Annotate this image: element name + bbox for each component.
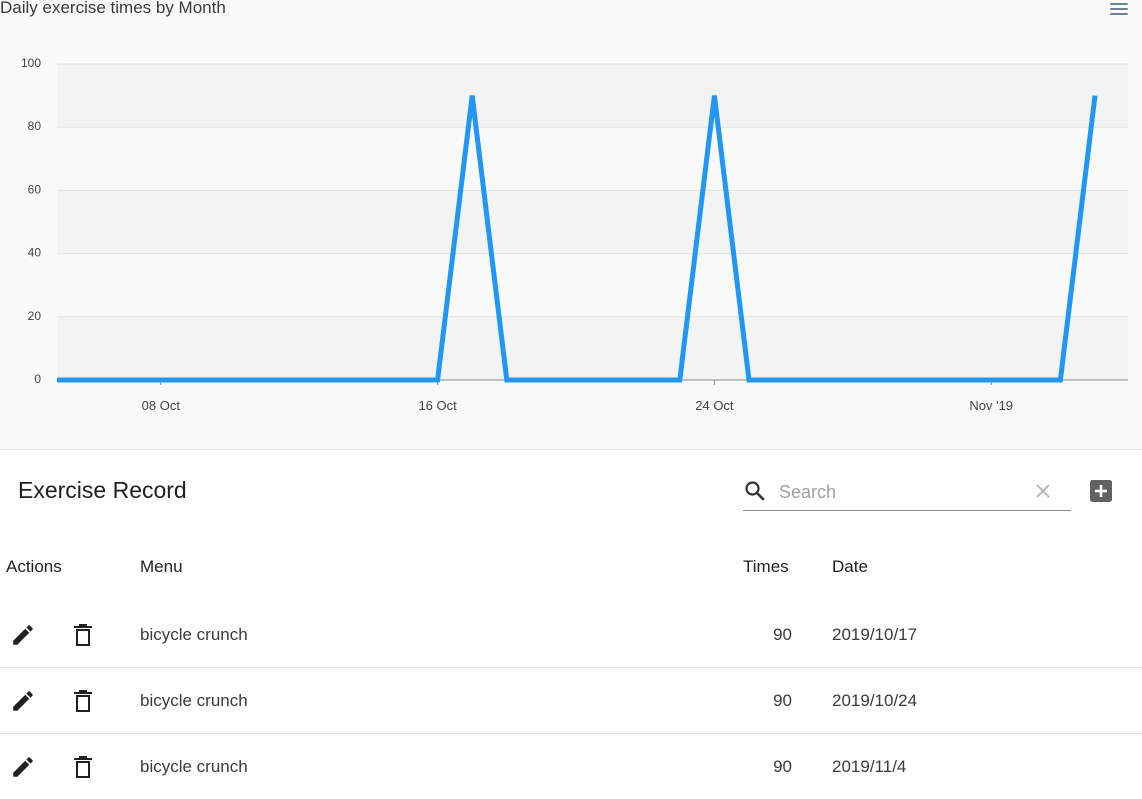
trash-icon[interactable] bbox=[71, 622, 95, 648]
cell-times: 90 bbox=[773, 691, 792, 710]
exercise-chart: 0 20 40 60 80 100 08 Oct 16 Oct 24 Oct Nov '19 bbox=[21, 56, 1128, 413]
table-row: bicycle crunch 90 2019/10/24 bbox=[0, 667, 1142, 734]
column-header-times[interactable]: Times bbox=[743, 557, 789, 577]
table-title: Exercise Record bbox=[18, 477, 187, 503]
cell-times: 90 bbox=[773, 757, 792, 776]
trash-icon[interactable] bbox=[71, 688, 95, 714]
chart-title: Daily exercise times by Month bbox=[0, 0, 226, 17]
pencil-icon[interactable] bbox=[10, 622, 36, 648]
cell-date: 2019/10/17 bbox=[832, 625, 918, 644]
cell-menu: bicycle crunch bbox=[140, 757, 248, 776]
cell-date: 2019/10/24 bbox=[832, 691, 918, 710]
column-header-menu[interactable]: Menu bbox=[140, 557, 183, 577]
close-icon[interactable] bbox=[1033, 481, 1053, 501]
x-tick-label: 08 Oct bbox=[142, 398, 181, 413]
pencil-icon[interactable] bbox=[10, 688, 36, 714]
search-input[interactable] bbox=[777, 478, 1031, 506]
add-box-icon[interactable] bbox=[1089, 479, 1113, 503]
grid-band bbox=[57, 64, 1128, 128]
pencil-icon[interactable] bbox=[10, 754, 36, 780]
table-row: bicycle crunch 90 2019/10/17 bbox=[0, 601, 1142, 668]
search-icon bbox=[745, 481, 765, 501]
trash-icon[interactable] bbox=[71, 754, 95, 780]
grid-band bbox=[57, 190, 1128, 254]
x-tick-label: 24 Oct bbox=[695, 398, 734, 413]
table-row: bicycle crunch 90 2019/11/4 bbox=[0, 733, 1142, 799]
cell-menu: bicycle crunch bbox=[140, 625, 248, 644]
chart-card: 0 20 40 60 80 100 08 Oct 16 Oct 24 Oct Nov '19 Da… bbox=[0, 0, 1142, 450]
y-tick-label: 20 bbox=[28, 309, 42, 323]
y-tick-label: 100 bbox=[21, 56, 41, 70]
hamburger-menu-icon[interactable] bbox=[1108, 0, 1130, 18]
cell-times: 90 bbox=[773, 625, 792, 644]
y-tick-label: 80 bbox=[28, 119, 42, 133]
x-tick-label: 16 Oct bbox=[418, 398, 457, 413]
cell-menu: bicycle crunch bbox=[140, 691, 248, 710]
y-tick-label: 60 bbox=[28, 182, 42, 196]
y-tick-label: 40 bbox=[28, 246, 42, 260]
search-box bbox=[743, 474, 1071, 511]
x-tick-label: Nov '19 bbox=[969, 398, 1013, 413]
column-header-date[interactable]: Date bbox=[832, 557, 868, 577]
cell-date: 2019/11/4 bbox=[832, 757, 907, 776]
y-tick-label: 0 bbox=[34, 372, 41, 386]
grid-band bbox=[57, 316, 1128, 380]
column-header-actions: Actions bbox=[6, 557, 62, 576]
